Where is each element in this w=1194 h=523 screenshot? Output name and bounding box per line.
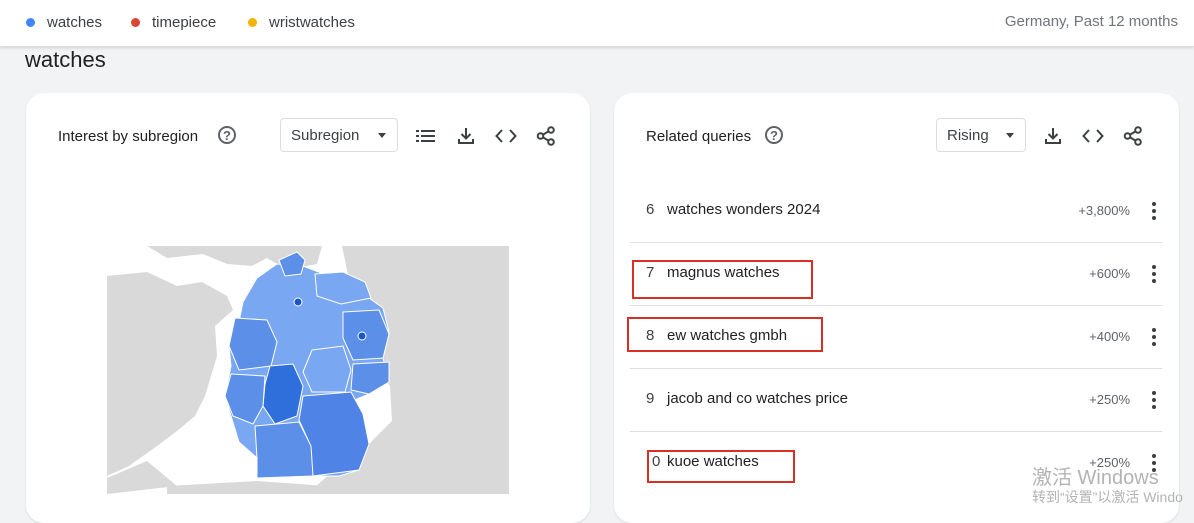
card-title: Related queries [646, 128, 752, 145]
query-row[interactable]: 6 watches wonders 2024 +3,800% [630, 178, 1162, 240]
caret-down-icon [378, 133, 386, 138]
legend-dot-icon [248, 17, 257, 27]
share-icon[interactable] [1121, 124, 1145, 148]
section-title: watches [25, 47, 106, 72]
more-vert-icon[interactable] [1152, 265, 1156, 283]
subregion-map[interactable] [107, 246, 509, 494]
legend-item-wristwatches[interactable]: wristwatches [248, 13, 355, 31]
embed-code-icon[interactable] [494, 124, 518, 148]
legend-dot-icon [131, 17, 140, 27]
more-vert-icon[interactable] [1152, 391, 1156, 409]
select-value: Subregion [291, 126, 360, 144]
more-vert-icon[interactable] [1152, 202, 1156, 220]
query-text[interactable]: watches wonders 2024 [667, 201, 820, 218]
caret-down-icon [1006, 133, 1014, 138]
query-row[interactable]: 9 jacob and co watches price +250% [630, 367, 1162, 429]
query-rank: 6 [646, 201, 655, 218]
query-change-value: +3,800% [1078, 203, 1130, 218]
region-period-label: Germany, Past 12 months [1004, 13, 1178, 30]
select-value: Rising [947, 126, 989, 144]
query-change-value: +250% [1089, 392, 1130, 407]
more-vert-icon[interactable] [1152, 328, 1156, 346]
query-change-value: +400% [1089, 329, 1130, 344]
legend-label: wristwatches [269, 13, 355, 31]
subregion-resolution-select[interactable]: Subregion [280, 118, 398, 152]
queries-filter-select[interactable]: Rising [936, 118, 1026, 152]
embed-code-icon[interactable] [1081, 124, 1105, 148]
download-icon[interactable] [454, 124, 478, 148]
annotation-box-magnus [632, 260, 813, 299]
windows-activation-watermark: 激活 Windows [1032, 467, 1159, 489]
windows-activation-hint: 转到“设置”以激活 Windo [1032, 489, 1183, 505]
annotation-box-kuoe [647, 450, 795, 483]
interest-by-subregion-card: Interest by subregion ? Subregion [26, 93, 590, 523]
legend-label: watches [47, 13, 103, 31]
query-text[interactable]: jacob and co watches price [667, 390, 848, 407]
card-title: Interest by subregion [58, 128, 199, 145]
download-icon[interactable] [1041, 124, 1065, 148]
list-icon[interactable] [414, 124, 438, 148]
query-rank: 9 [646, 390, 655, 407]
help-circle-icon[interactable]: ? [765, 126, 783, 144]
legend-label: timepiece [152, 13, 217, 31]
query-change-value: +600% [1089, 266, 1130, 281]
comparison-legend-bar: watches timepiece wristwatches Germany, … [0, 0, 1194, 47]
share-icon[interactable] [534, 124, 558, 148]
annotation-box-ew-gmbh [627, 317, 823, 352]
legend-dot-icon [26, 17, 35, 27]
legend-item-timepiece[interactable]: timepiece [131, 13, 216, 31]
help-circle-icon[interactable]: ? [218, 126, 236, 144]
legend-item-watches[interactable]: watches [26, 13, 102, 31]
